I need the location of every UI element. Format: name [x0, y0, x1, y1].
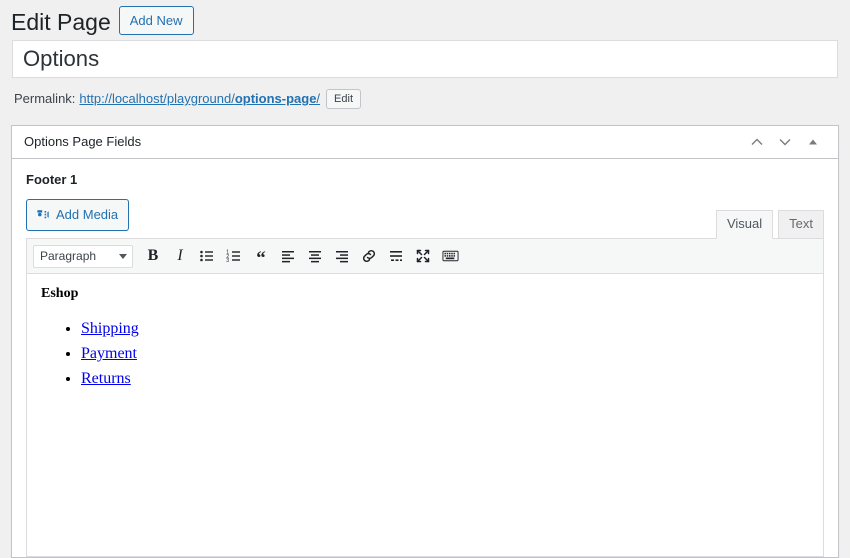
move-up-icon[interactable] [744, 129, 770, 155]
format-select-wrap: Paragraph [31, 244, 139, 268]
options-page-fields-metabox: Options Page Fields Footer 1 Add Media V… [11, 125, 839, 558]
post-title-wrap [0, 36, 850, 78]
field-label-footer-1: Footer 1 [26, 172, 78, 187]
bold-icon[interactable]: B [140, 244, 166, 268]
metabox-title: Options Page Fields [24, 133, 142, 149]
align-right-icon[interactable] [329, 244, 355, 268]
add-media-button[interactable]: Add Media [26, 199, 130, 232]
editor-toolbar: Paragraph B I 1 2 3 “ [27, 239, 823, 275]
insert-link-icon[interactable] [356, 244, 382, 268]
format-select[interactable]: Paragraph [33, 244, 133, 268]
toolbar-toggle-icon[interactable] [437, 244, 463, 268]
permalink-url-prefix: http://localhost/playground/ [79, 91, 235, 106]
content-link-shipping[interactable]: Shipping [81, 320, 139, 337]
tab-text[interactable]: Text [778, 210, 824, 240]
svg-text:3: 3 [226, 258, 229, 264]
metabox-body: Footer 1 Add Media Visual Text Paragraph… [12, 159, 838, 558]
blockquote-icon[interactable]: “ [248, 244, 274, 268]
read-more-icon[interactable] [383, 244, 409, 268]
editor-container: Paragraph B I 1 2 3 “ Eshop • Shipping •… [26, 238, 824, 558]
list-item: Shipping [81, 319, 809, 340]
italic-icon[interactable]: I [167, 244, 193, 268]
post-title-input[interactable] [12, 40, 838, 78]
page-header: Edit Page Add New [0, 0, 850, 36]
permalink-url-suffix: / [316, 91, 321, 106]
permalink-slug: options-page [234, 91, 317, 106]
permalink-link[interactable]: http://localhost/playground/options-page… [79, 87, 320, 111]
editor-top-bar: Add Media Visual Text [26, 199, 824, 240]
permalink-label: Permalink: [14, 91, 76, 106]
permalink-edit-button[interactable]: Edit [326, 89, 362, 109]
align-left-icon[interactable] [275, 244, 301, 268]
metabox-controls [744, 129, 826, 155]
media-icon [35, 207, 51, 223]
tab-visual[interactable]: Visual [715, 210, 774, 240]
page-title: Edit Page [11, 8, 111, 35]
metabox-header[interactable]: Options Page Fields [12, 126, 838, 159]
wp-editor: Add Media Visual Text Paragraph B I 1 2 … [26, 199, 824, 558]
bulleted-list-icon[interactable] [194, 244, 220, 268]
toggle-panel-icon[interactable] [800, 129, 826, 155]
editor-mode-tabs: Visual Text [711, 210, 824, 240]
add-media-label: Add Media [56, 207, 119, 223]
editor-content-area[interactable]: Eshop Shipping Payment Returns [27, 274, 823, 557]
content-link-list: Shipping Payment Returns [41, 319, 809, 389]
align-center-icon[interactable] [302, 244, 328, 268]
fullscreen-icon[interactable] [410, 244, 436, 268]
numbered-list-icon[interactable]: 1 2 3 [221, 244, 247, 268]
add-new-button[interactable]: Add New [118, 5, 194, 36]
permalink-row: Permalink: http://localhost/playground/o… [0, 78, 850, 111]
list-item: Returns [81, 369, 809, 390]
content-heading: Eshop [41, 286, 79, 302]
content-link-payment[interactable]: Payment [81, 345, 137, 362]
content-link-returns[interactable]: Returns [81, 370, 131, 387]
move-down-icon[interactable] [772, 129, 798, 155]
list-item: Payment [81, 344, 809, 365]
